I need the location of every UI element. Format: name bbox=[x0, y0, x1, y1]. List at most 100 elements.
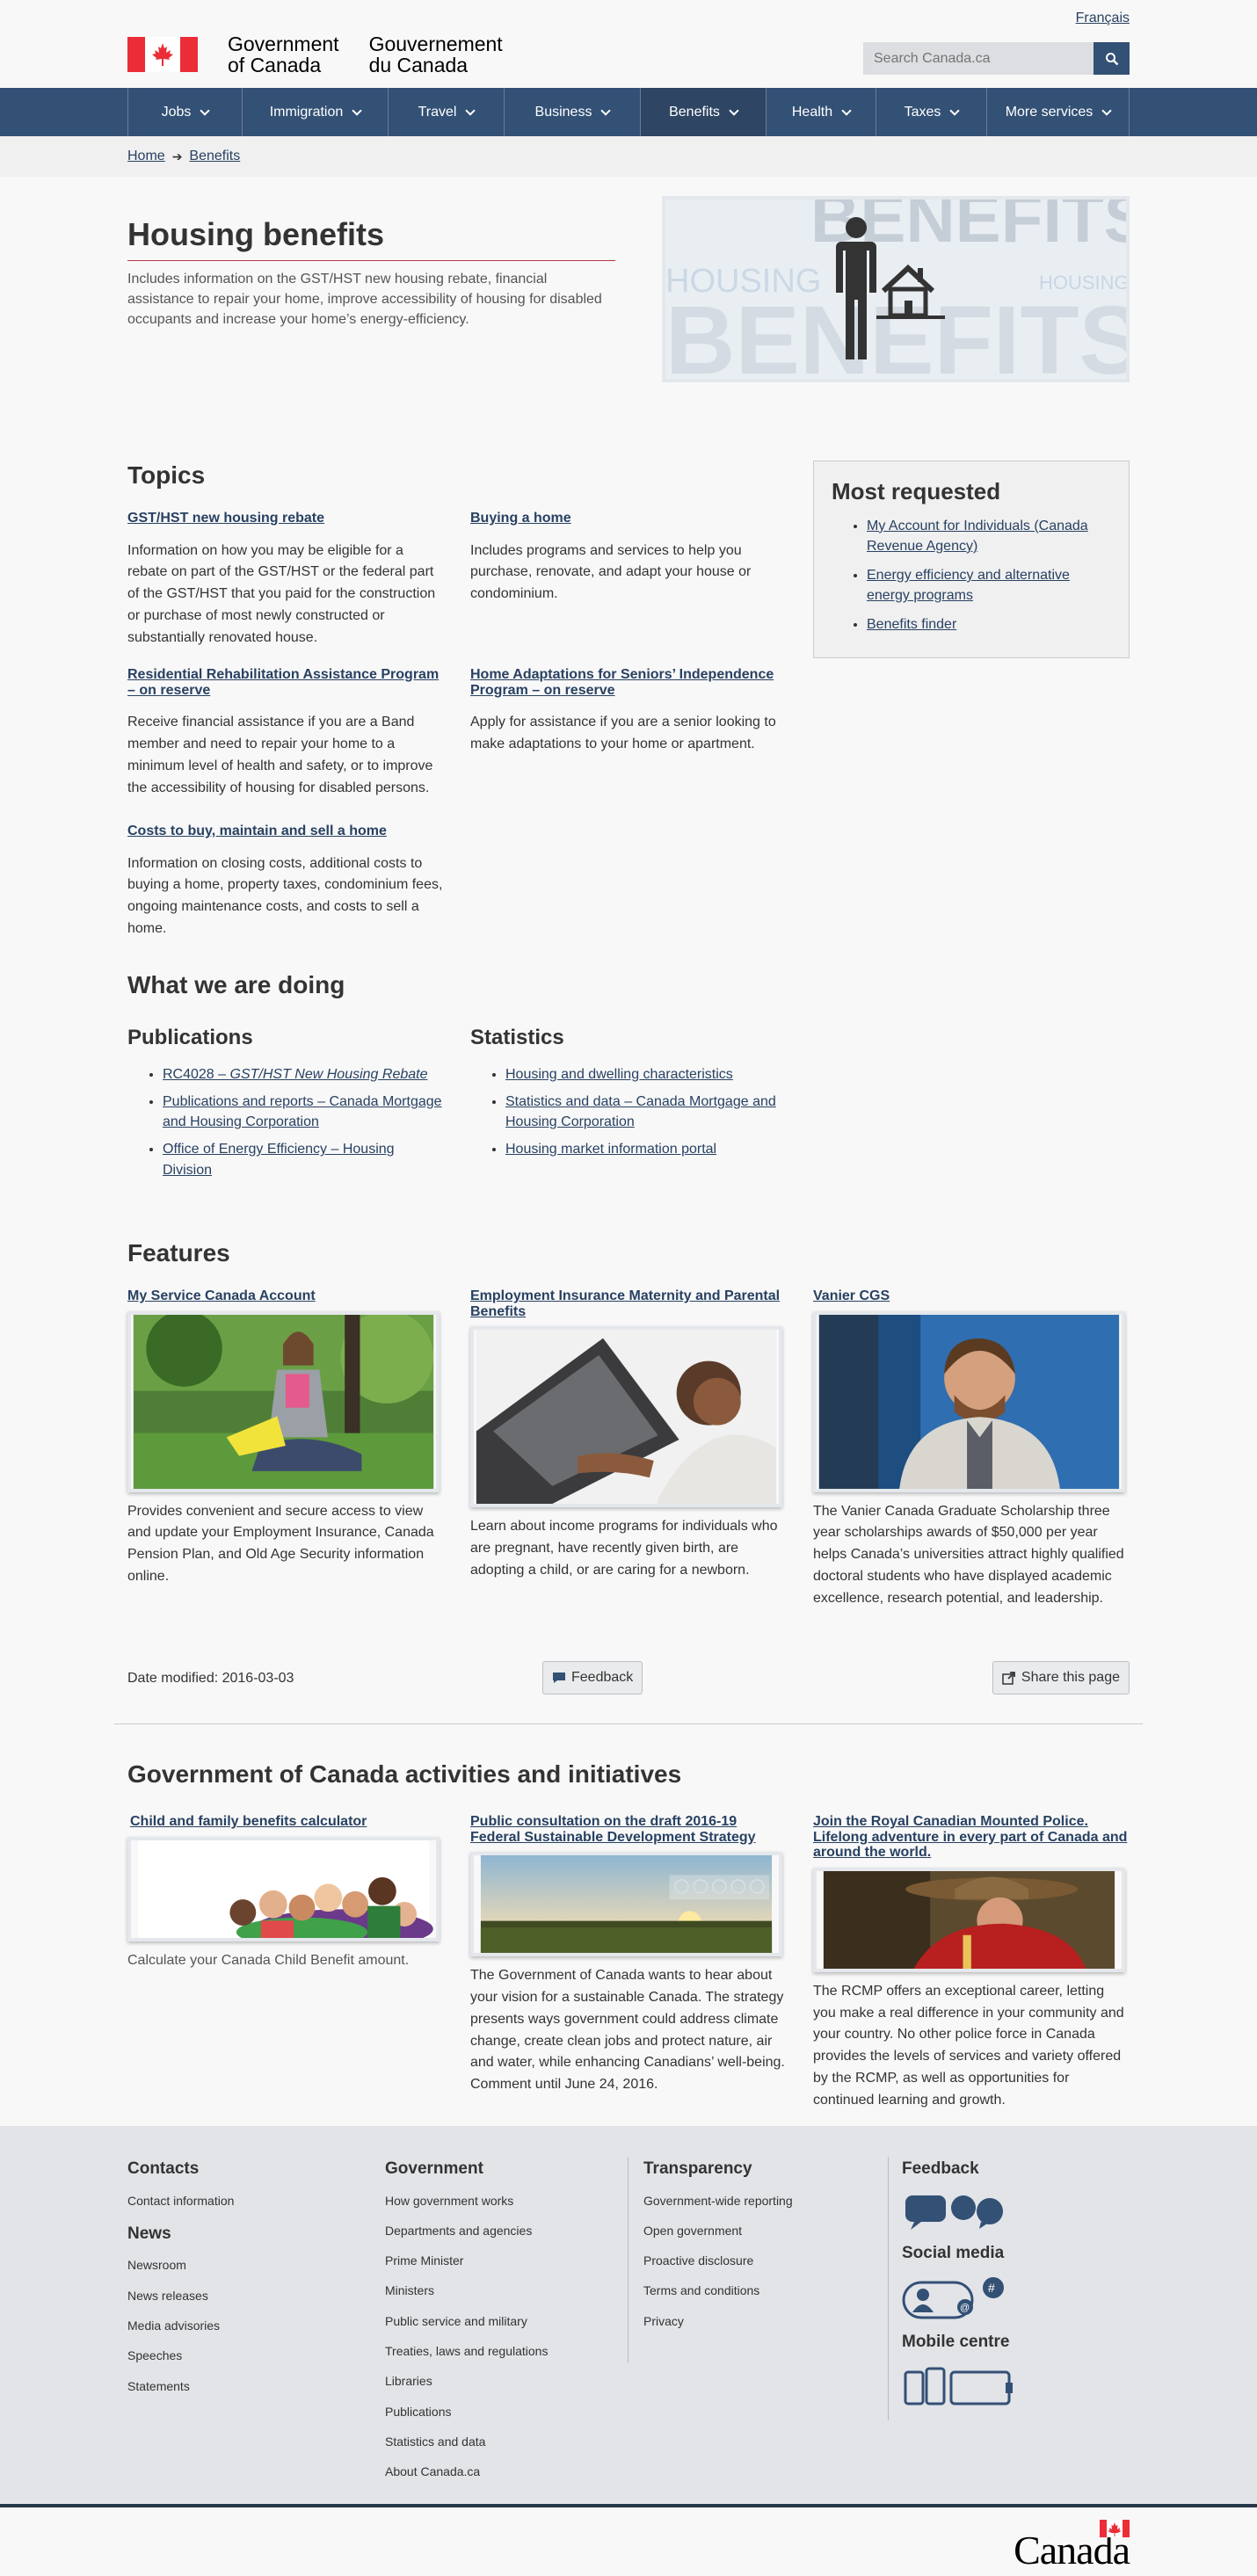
menu-item-immigration[interactable]: Immigration bbox=[242, 88, 388, 136]
footer-link[interactable]: Libraries bbox=[385, 2372, 622, 2390]
share-page-button[interactable]: Share this page bbox=[992, 1661, 1130, 1694]
footer-heading: Transparency bbox=[643, 2159, 752, 2178]
footer-link[interactable]: Ministers bbox=[385, 2282, 622, 2299]
mobile-devices-icon[interactable] bbox=[902, 2365, 1016, 2407]
activity-item: Public consultation on the draft 2016-19… bbox=[470, 1814, 787, 2096]
social-media-icon[interactable]: @ # bbox=[902, 2275, 1007, 2319]
footer-heading: Social media bbox=[902, 2243, 1005, 2262]
activity-description: Calculate your Canada Child Benefit amou… bbox=[127, 1952, 410, 1968]
topic-link[interactable]: Buying a home bbox=[470, 511, 787, 526]
arrow-right-icon: ➔ bbox=[171, 149, 183, 163]
breadcrumb-home[interactable]: Home bbox=[127, 146, 165, 166]
feature-image-woman-typing[interactable] bbox=[470, 1326, 782, 1508]
publications-heading: Publications bbox=[127, 1026, 253, 1049]
search-form bbox=[863, 42, 1130, 75]
what-we-are-doing-heading: What we are doing bbox=[127, 971, 345, 998]
menu-item-more-services[interactable]: More services bbox=[986, 88, 1130, 136]
menu-item-benefits[interactable]: Benefits bbox=[640, 88, 766, 136]
footer-divider bbox=[888, 2157, 889, 2420]
government-signature[interactable]: Government of Canada Gouvernement du Can… bbox=[127, 33, 503, 76]
feature-link[interactable]: Vanier CGS bbox=[813, 1288, 1130, 1304]
footer-link[interactable]: Statements bbox=[127, 2377, 347, 2395]
statistics-link[interactable]: Statistics and data – Canada Mortgage an… bbox=[505, 1094, 776, 1129]
footer-link[interactable]: Open government bbox=[643, 2222, 881, 2239]
feedback-button[interactable]: Feedback bbox=[542, 1661, 643, 1694]
menu-item-health[interactable]: Health bbox=[766, 88, 876, 136]
site-footer: Contacts Contact information News Newsro… bbox=[0, 2126, 1257, 2504]
footer-link[interactable]: Departments and agencies bbox=[385, 2222, 622, 2239]
topic-description: Receive financial assistance if you are … bbox=[127, 715, 433, 795]
activity-item: Join the Royal Canadian Mounted Police. … bbox=[813, 1814, 1130, 2112]
topic-link[interactable]: GST/HST new housing rebate bbox=[127, 511, 444, 526]
signature-english: Government of Canada bbox=[228, 33, 339, 77]
statistics-link[interactable]: Housing market information portal bbox=[505, 1142, 716, 1157]
statistics-heading: Statistics bbox=[470, 1026, 564, 1049]
features-heading: Features bbox=[127, 1239, 230, 1266]
most-requested-heading: Most requested bbox=[832, 478, 1001, 504]
most-requested-panel: Most requested My Account for Individual… bbox=[813, 461, 1130, 658]
activity-link[interactable]: Child and family benefits calculator bbox=[127, 1814, 448, 1830]
most-requested-link[interactable]: Energy efficiency and alternative energy… bbox=[867, 568, 1070, 603]
share-icon bbox=[1002, 1672, 1015, 1685]
publication-link[interactable]: Publications and reports – Canada Mortga… bbox=[163, 1094, 442, 1129]
feature-link[interactable]: Employment Insurance Maternity and Paren… bbox=[470, 1288, 787, 1319]
most-requested-link[interactable]: My Account for Individuals (Canada Reven… bbox=[867, 519, 1088, 554]
feedback-icon[interactable] bbox=[902, 2192, 1007, 2231]
topics-heading: Topics bbox=[127, 461, 206, 489]
footer-link[interactable]: Treaties, laws and regulations bbox=[385, 2342, 622, 2360]
activity-image-sunset-field[interactable] bbox=[470, 1852, 782, 1957]
feature-image-man-portrait[interactable] bbox=[813, 1310, 1125, 1492]
menu-item-business[interactable]: Business bbox=[504, 88, 640, 136]
footer-link[interactable]: Privacy bbox=[643, 2312, 881, 2330]
search-input[interactable] bbox=[863, 42, 1094, 75]
footer-link[interactable]: About Canada.ca bbox=[385, 2463, 622, 2480]
topic-description: Includes programs and services to help y… bbox=[470, 542, 752, 602]
wordmark-flag-icon bbox=[1100, 2520, 1130, 2537]
chevron-down-icon bbox=[352, 105, 362, 116]
activity-link[interactable]: Public consultation on the draft 2016-19… bbox=[470, 1814, 787, 1845]
publication-link[interactable]: Office of Energy Efficiency – Housing Di… bbox=[163, 1142, 395, 1177]
footer-link[interactable]: News releases bbox=[127, 2287, 347, 2304]
footer-link[interactable]: Prime Minister bbox=[385, 2252, 622, 2269]
features-section: Features My Service Canada Account Provi… bbox=[114, 1236, 1143, 1649]
topic-item: Home Adaptations for Seniors’ Independen… bbox=[470, 667, 787, 756]
topic-link[interactable]: Residential Rehabilitation Assistance Pr… bbox=[127, 667, 444, 698]
footer-link[interactable]: Publications bbox=[385, 2403, 622, 2420]
publication-link[interactable]: RC4028 – GST/HST New Housing Rebate bbox=[163, 1067, 427, 1082]
footer-link[interactable]: Media advisories bbox=[127, 2317, 347, 2334]
footer-link[interactable]: Contact information bbox=[127, 2192, 347, 2210]
feature-description: Provides convenient and secure access to… bbox=[127, 1503, 434, 1584]
footer-heading: Feedback bbox=[902, 2159, 979, 2178]
footer-link[interactable]: Government-wide reporting bbox=[643, 2192, 881, 2210]
signature-french: Gouvernement du Canada bbox=[368, 33, 503, 77]
footer-link[interactable]: Statistics and data bbox=[385, 2433, 622, 2450]
activity-image-rcmp-officer[interactable] bbox=[813, 1867, 1125, 1972]
footer-link[interactable]: Speeches bbox=[127, 2347, 347, 2364]
feature-image-woman-laptop[interactable] bbox=[127, 1310, 440, 1492]
menu-item-travel[interactable]: Travel bbox=[388, 88, 504, 136]
footer-link[interactable]: Proactive disclosure bbox=[643, 2252, 881, 2269]
footer-heading: Contacts bbox=[127, 2159, 200, 2178]
activity-link[interactable]: Join the Royal Canadian Mounted Police. … bbox=[813, 1814, 1130, 1861]
menu-item-jobs[interactable]: Jobs bbox=[127, 88, 242, 136]
language-toggle-link[interactable]: Français bbox=[1076, 8, 1130, 28]
breadcrumb-benefits[interactable]: Benefits bbox=[189, 146, 240, 166]
topic-link[interactable]: Costs to buy, maintain and sell a home bbox=[127, 824, 444, 839]
breadcrumb: Home ➔ Benefits bbox=[0, 136, 1257, 177]
activity-image-children[interactable] bbox=[127, 1836, 440, 1941]
topic-link[interactable]: Home Adaptations for Seniors’ Independen… bbox=[470, 667, 787, 698]
statistics-link[interactable]: Housing and dwelling characteristics bbox=[505, 1067, 733, 1082]
statistics-block: Statistics Housing and dwelling characte… bbox=[470, 1023, 787, 1167]
activity-description: The Government of Canada wants to hear a… bbox=[470, 1968, 785, 2093]
gc-activities-section: Government of Canada activities and init… bbox=[114, 1724, 1143, 2126]
most-requested-link[interactable]: Benefits finder bbox=[867, 617, 956, 632]
search-button[interactable] bbox=[1094, 42, 1130, 75]
menu-item-taxes[interactable]: Taxes bbox=[876, 88, 986, 136]
search-icon bbox=[1105, 52, 1118, 65]
footer-link[interactable]: Terms and conditions bbox=[643, 2282, 881, 2299]
footer-link[interactable]: Newsroom bbox=[127, 2256, 347, 2274]
footer-link[interactable]: Public service and military bbox=[385, 2312, 622, 2330]
feature-link[interactable]: My Service Canada Account bbox=[127, 1288, 444, 1304]
footer-link[interactable]: How government works bbox=[385, 2192, 622, 2210]
page-title: Housing benefits bbox=[127, 212, 615, 262]
